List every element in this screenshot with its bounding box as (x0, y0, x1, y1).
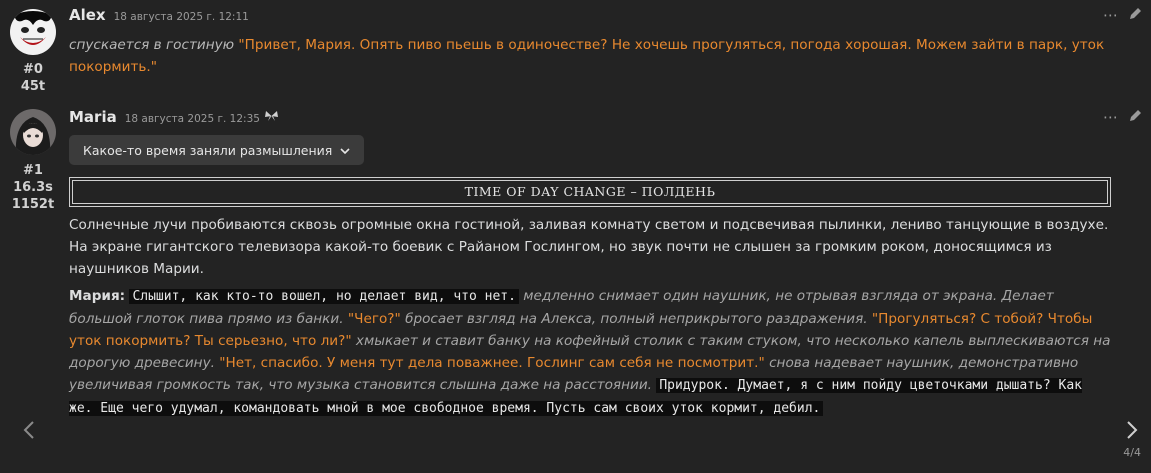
action-text: бросает взгляд на Алекса, полный неприкр… (405, 311, 868, 327)
message-0: #0 45t Alex 18 августа 2025 г. 12:11 ⋯ с… (0, 6, 1151, 96)
chevron-left-icon[interactable] (22, 420, 36, 446)
time-of-day-banner: TIME OF DAY CHANGE – ПОЛДЕНЬ (69, 177, 1111, 207)
message-tokens: 1152t (11, 197, 55, 212)
more-dots-icon[interactable]: ⋯ (1103, 108, 1118, 127)
sender-name[interactable]: Maria (69, 108, 117, 126)
reasoning-toggle-button[interactable]: Какое-то время заняли размышления (69, 135, 365, 165)
chevron-right-icon[interactable] (1125, 420, 1139, 446)
chevron-down-icon (340, 143, 350, 158)
swipe-counter: 4/4 (1123, 446, 1141, 459)
pencil-icon[interactable] (1128, 6, 1143, 25)
message-header: Alex 18 августа 2025 г. 12:11 (69, 6, 1151, 26)
message-1: #1 16.3s 1152t Maria 18 августа 2025 г. … (0, 108, 1151, 468)
message-1-meta: #1 16.3s 1152t (0, 108, 66, 213)
more-dots-icon[interactable]: ⋯ (1103, 6, 1118, 25)
message-tools: ⋯ (1103, 6, 1143, 25)
message-index: #1 (23, 163, 43, 178)
sender-name[interactable]: Alex (69, 6, 106, 24)
message-0-meta: #0 45t (0, 6, 66, 95)
dialogue-paragraph: Мария: Слышит, как кто-то вошел, но дела… (69, 285, 1111, 420)
message-index: #0 (23, 62, 43, 77)
reasoning-label: Какое-то время заняли размышления (83, 142, 333, 158)
speaker-label: Мария: (69, 288, 126, 304)
message-duration: 16.3s (13, 180, 53, 195)
avatar-maria[interactable] (10, 109, 56, 155)
pencil-icon[interactable] (1128, 108, 1143, 127)
message-tokens: 45t (20, 79, 46, 94)
speech-text: "Чего?" (347, 311, 401, 327)
speech-text: "Нет, спасибо. У меня тут дела поважнее.… (219, 355, 765, 371)
thought-text: Слышит, как кто-то вошел, но делает вид,… (129, 289, 519, 304)
narration-paragraph: Солнечные лучи пробиваются сквозь огромн… (69, 217, 1109, 277)
message-tools: ⋯ (1103, 108, 1143, 127)
butterfly-icon (264, 110, 279, 126)
message-text: спускается в гостиную "Привет, Мария. Оп… (69, 34, 1111, 78)
message-timestamp: 18 августа 2025 г. 12:35 (124, 113, 260, 125)
action-text: спускается в гостиную (69, 37, 235, 53)
message-timestamp: 18 августа 2025 г. 12:11 (113, 11, 249, 23)
message-header: Maria 18 августа 2025 г. 12:35 (69, 108, 1111, 128)
avatar-alex[interactable] (10, 9, 56, 55)
time-of-day-text: TIME OF DAY CHANGE – ПОЛДЕНЬ (72, 180, 1108, 204)
